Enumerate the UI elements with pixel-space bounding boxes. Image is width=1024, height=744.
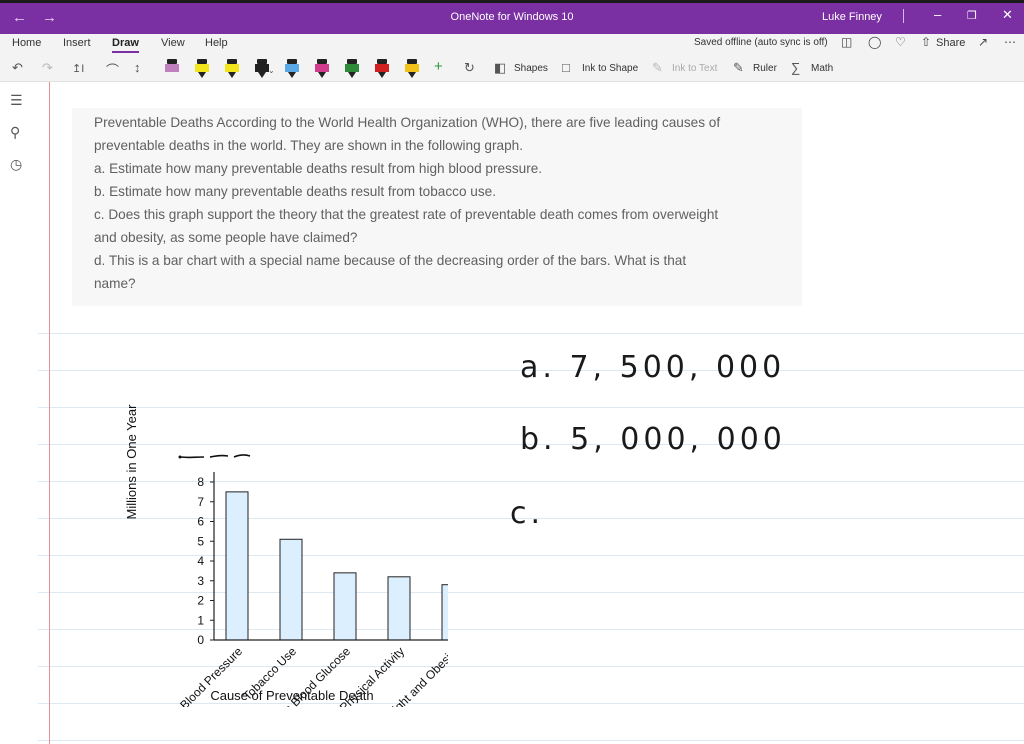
problem-text-block[interactable]: Preventable Deaths According to the Worl… [72, 108, 802, 306]
notebooks-icon[interactable]: ☰ [10, 92, 23, 109]
preventable-deaths-chart: 012345678 High Blood PressureTobacco Use… [124, 404, 448, 707]
add-space-icon[interactable]: ↕ [134, 60, 141, 75]
bell-icon[interactable]: ♡ [895, 35, 906, 49]
answer-c-handwriting: c. [510, 496, 545, 531]
chart-y-axis-label: Millions in One Year [124, 404, 139, 520]
chart-y-tick-label: 7 [197, 495, 204, 509]
user-name[interactable]: Luke Finney [822, 11, 882, 23]
more-options-icon[interactable]: ⋯ [1004, 35, 1016, 49]
chart-x-axis-label: Cause of Preventable Death [210, 688, 373, 703]
title-bar: ← → OneNote for Windows 10 Luke Finney –… [0, 0, 1024, 34]
pen-orange-tool[interactable] [404, 59, 420, 79]
chart-y-tick-label: 1 [197, 613, 204, 627]
left-rail: ☰ ⚲ ◷ [0, 82, 38, 744]
ink-to-shape-icon[interactable]: □ [562, 60, 570, 75]
tab-view[interactable]: View [161, 37, 185, 49]
chart-bar [225, 491, 249, 641]
undo-icon[interactable]: ↶ [12, 60, 23, 76]
pen-magenta-tool[interactable] [314, 59, 330, 79]
ruled-line [38, 333, 1024, 334]
problem-line: preventable deaths in the world. They ar… [94, 138, 523, 153]
recent-clock-icon[interactable]: ◷ [10, 156, 22, 173]
problem-line: c. Does this graph support the theory th… [94, 207, 719, 222]
problem-line: and obesity, as some people have claimed… [94, 230, 358, 245]
minimize-icon[interactable]: – [934, 7, 941, 22]
ink-to-shape-button[interactable]: Ink to Shape [582, 63, 638, 74]
problem-line: a. Estimate how many preventable deaths … [94, 161, 543, 176]
answer-a-handwriting: a. 7, 500, 000 [520, 350, 786, 385]
math-button[interactable]: Math [811, 63, 833, 74]
tab-home[interactable]: Home [12, 37, 41, 49]
add-pen-icon[interactable]: + [434, 58, 443, 75]
redo-icon[interactable]: ↷ [42, 60, 53, 76]
ink-to-text-button[interactable]: Ink to Text [672, 63, 717, 74]
shapes-button[interactable]: Shapes [514, 63, 548, 74]
lightbulb-icon[interactable]: ◯ [868, 35, 881, 49]
share-icon[interactable]: ⇧ [921, 35, 931, 49]
ruler-button[interactable]: Ruler [753, 63, 777, 74]
chart-y-tick-label: 5 [197, 534, 204, 548]
chart-y-tick-label: 4 [197, 554, 204, 568]
chart-bar [279, 538, 303, 641]
ink-replay-icon[interactable]: ↻ [464, 60, 475, 76]
chart-y-tick-label: 3 [197, 574, 204, 588]
share-button[interactable]: Share [936, 37, 965, 49]
pen-color-swatch [165, 64, 179, 72]
sync-status: Saved offline (auto sync is off) [694, 37, 828, 48]
search-icon[interactable]: ⚲ [10, 124, 20, 141]
dashed-estimate-line [179, 454, 251, 459]
ruled-line [38, 740, 1024, 741]
close-icon[interactable]: ✕ [1002, 7, 1013, 23]
problem-line: b. Estimate how many preventable deaths … [94, 184, 496, 199]
chart-bar [387, 576, 411, 641]
chart-y-tick-label: 0 [197, 633, 204, 647]
chart-y-tick-label: 2 [197, 594, 204, 608]
shapes-icon[interactable]: ◧ [494, 60, 506, 76]
problem-line: d. This is a bar chart with a special na… [94, 253, 687, 268]
ribbon-tabs: Home Insert Draw View Help Saved offline… [0, 34, 1024, 56]
lasso-select-icon[interactable]: ⌒ [106, 60, 119, 79]
highlighter-yellow-tool[interactable] [224, 59, 240, 79]
tab-insert[interactable]: Insert [63, 37, 91, 49]
ink-to-text-icon[interactable]: ✎ [652, 60, 663, 76]
pen-green-tool[interactable] [344, 59, 360, 79]
eraser-tool[interactable] [164, 59, 180, 79]
type-select-icon[interactable]: ↥I [72, 62, 84, 75]
draw-toolbar: ↶ ↷ ↥I ⌒ ↕ ⌄ + ↻ ◧ Shapes □ Ink to Shape… [0, 56, 1024, 82]
title-separator [903, 9, 904, 23]
notebook-icon[interactable]: ◫ [841, 35, 852, 49]
pen-blue-tool[interactable] [284, 59, 300, 79]
taskbar-strip [0, 0, 1024, 3]
chevron-down-icon[interactable]: ⌄ [268, 66, 275, 75]
answer-b-handwriting: b. 5, 000, 000 [520, 422, 786, 457]
chart-bar [441, 584, 448, 641]
note-page[interactable]: Preventable Deaths According to the Worl… [38, 82, 1024, 744]
tab-draw[interactable]: Draw [112, 37, 139, 53]
math-icon[interactable]: ∑ [791, 60, 800, 75]
tab-help[interactable]: Help [205, 37, 228, 49]
restore-icon[interactable]: ❐ [967, 9, 977, 22]
problem-line: name? [94, 276, 136, 291]
chart-y-tick-label: 8 [197, 475, 204, 489]
chart-y-tick-label: 6 [197, 515, 204, 529]
ruler-icon[interactable]: ✎ [733, 60, 744, 76]
estimate-dot [178, 455, 182, 459]
problem-line: Preventable Deaths According to the Worl… [94, 115, 721, 130]
chart-bar [333, 572, 357, 641]
page-margin-line [49, 82, 50, 744]
highlighter-green-tool[interactable] [194, 59, 210, 79]
expand-icon[interactable]: ↗ [978, 35, 988, 49]
pen-red-tool[interactable] [374, 59, 390, 79]
